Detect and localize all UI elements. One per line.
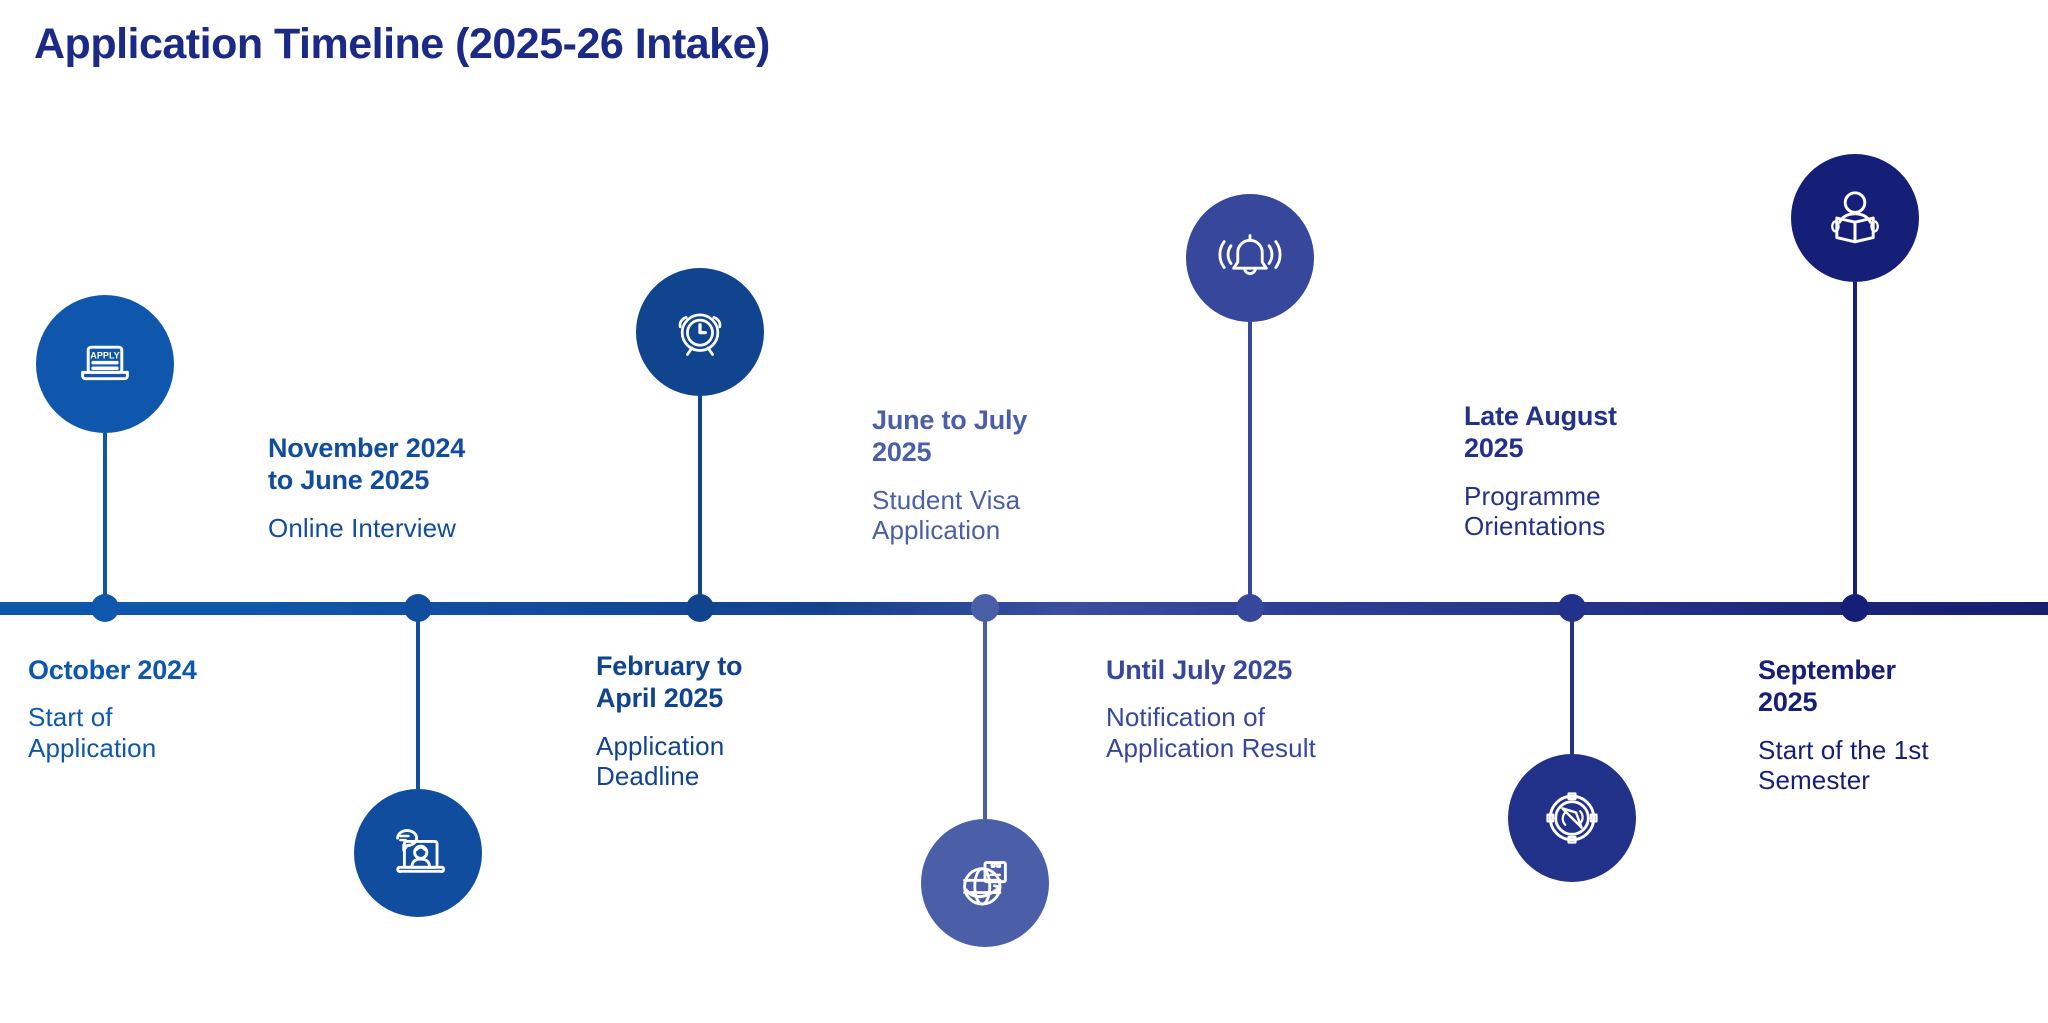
milestone-description: Start of Application [28,702,157,764]
timeline-entry-start-of-1st-semester: September 2025 Start of the 1st Semester [1758,654,1929,796]
globe-parcel-icon [921,819,1049,947]
milestone-description: Student Visa Application [872,484,1021,546]
alarm-clock-icon [636,268,764,396]
compass-icon [1508,754,1636,882]
timeline-node-application-deadline[interactable] [686,594,714,622]
ringing-bell-icon [1186,194,1314,322]
timeline-entry-student-visa-application: June to July 2025 Student Visa Applicatio… [872,404,1027,546]
timeline-node-student-visa-application[interactable] [971,594,999,622]
milestone-description: Online Interview [268,512,457,543]
milestone-date: November 2024 to June 2025 [268,433,466,496]
timeline-node-start-of-application[interactable] [91,594,119,622]
timeline-connector-start-of-1st-semester [1853,282,1857,608]
timeline-connector-online-interview [416,608,420,789]
timeline-entry-notification-of-application-result: Until July 2025 Notification of Applicati… [1106,654,1316,764]
milestone-description: Start of the 1st Semester [1758,734,1929,796]
milestone-date: September 2025 [1758,655,1896,718]
timeline-entry-start-of-application: October 2024 Start of Application [28,654,197,764]
timeline-connector-notification-of-application-result [1248,322,1252,608]
timeline-connector-start-of-application [103,433,107,608]
timeline-entry-programme-orientations: Late August 2025 Programme Orientations [1464,400,1617,542]
milestone-date: February to April 2025 [596,651,743,714]
milestone-description: Notification of Application Result [1106,702,1316,764]
timeline-connector-student-visa-application [983,608,987,819]
laptop-apply-icon: APPLY [36,295,174,433]
timeline-connector-programme-orientations [1570,608,1574,754]
timeline-node-start-of-1st-semester[interactable] [1841,594,1869,622]
timeline-node-notification-of-application-result[interactable] [1236,594,1264,622]
page-title: Application Timeline (2025-26 Intake) [34,20,770,68]
milestone-date: Late August 2025 [1464,401,1617,464]
video-interview-icon [354,789,482,917]
person-reading-icon [1791,154,1919,282]
milestone-date: June to July 2025 [872,405,1028,468]
milestone-description: Application Deadline [596,730,725,792]
milestone-description: Programme Orientations [1464,480,1606,542]
milestone-date: October 2024 [28,655,197,685]
timeline-node-online-interview[interactable] [404,594,432,622]
svg-text:APPLY: APPLY [90,350,119,360]
timeline-node-programme-orientations[interactable] [1558,594,1586,622]
milestone-date: Until July 2025 [1106,655,1293,685]
timeline-connector-application-deadline [698,396,702,608]
timeline-entry-application-deadline: February to April 2025 Application Deadli… [596,650,743,792]
timeline-entry-online-interview: November 2024 to June 2025 Online Intervi… [268,432,465,543]
timeline-axis [0,602,2048,615]
